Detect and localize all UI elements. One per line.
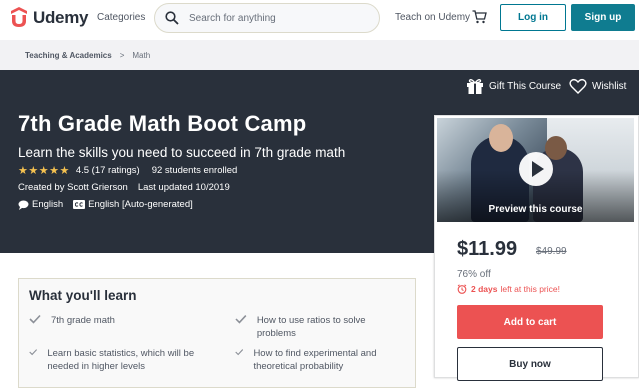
categories-menu[interactable]: Categories <box>97 12 145 23</box>
learn-item: Learn basic statistics, which will be ne… <box>29 347 219 373</box>
meta-row: Created by Scott Grierson Last updated 1… <box>18 182 230 193</box>
gift-label: Gift This Course <box>489 80 562 92</box>
add-to-cart-button[interactable]: Add to cart <box>457 305 603 339</box>
what-youll-learn: What you'll learn 7th grade math How to … <box>18 278 416 388</box>
check-icon <box>29 314 41 324</box>
learn-item: How to find experimental and theoretical… <box>235 347 405 373</box>
teach-link[interactable]: Teach on Udemy <box>395 12 470 23</box>
course-preview-video[interactable]: Preview this course <box>437 118 634 222</box>
speech-bubble-icon <box>18 200 29 210</box>
breadcrumb-math[interactable]: Math <box>132 51 150 60</box>
gift-icon <box>467 79 483 94</box>
discount-percent: 76% off <box>457 269 491 280</box>
breadcrumb-separator: > <box>119 51 125 60</box>
captions-item: English [Auto-generated] <box>73 199 193 210</box>
heart-icon <box>569 78 587 94</box>
created-by[interactable]: Created by Scott Grierson <box>18 182 128 193</box>
language-row: English English [Auto-generated] <box>18 199 203 210</box>
course-title: 7th Grade Math Boot Camp <box>18 111 307 136</box>
gift-course-button[interactable]: Gift This Course <box>466 78 561 94</box>
login-button[interactable]: Log in <box>500 4 566 31</box>
wishlist-label: Wishlist <box>592 80 627 92</box>
course-subtitle: Learn the skills you need to succeed in … <box>18 145 346 160</box>
original-price: $49.99 <box>536 246 567 257</box>
cart-icon[interactable] <box>472 10 487 24</box>
rating-row: ★★★★★ 4.5 (17 ratings) 92 students enrol… <box>18 164 237 177</box>
breadcrumb-bar: Teaching & Academics > Math <box>0 40 639 70</box>
search-input[interactable] <box>189 12 359 24</box>
search-icon[interactable] <box>165 11 179 25</box>
udemy-logo-icon <box>11 7 27 27</box>
search-bar[interactable] <box>154 3 380 33</box>
purchase-card: Preview this course $11.99 $49.99 76% of… <box>434 115 639 381</box>
language-label: English <box>32 199 64 210</box>
buy-now-button[interactable]: Buy now <box>457 347 603 381</box>
learn-item-text: Learn basic statistics, which will be ne… <box>47 348 195 372</box>
check-icon <box>29 349 38 356</box>
learn-item-text: How to use ratios to solve problems <box>256 315 366 339</box>
check-icon <box>235 315 247 324</box>
last-updated: Last updated 10/2019 <box>137 182 230 193</box>
udemy-logo[interactable]: Udemy <box>8 7 88 29</box>
closed-captions-icon <box>73 200 86 209</box>
check-icon <box>235 349 244 356</box>
play-icon[interactable] <box>519 152 553 186</box>
wishlist-button[interactable]: Wishlist <box>569 78 626 94</box>
urgency-text: left at this price! <box>500 284 560 294</box>
rating-text[interactable]: 4.5 (17 ratings) <box>76 165 140 176</box>
learn-item-text: How to find experimental and theoretical… <box>253 348 377 372</box>
logo-text: Udemy <box>33 8 89 27</box>
signup-button[interactable]: Sign up <box>571 4 635 31</box>
learn-item-text: 7th grade math <box>51 315 115 326</box>
alarm-clock-icon <box>457 284 467 294</box>
price-urgency: 2 days left at this price! <box>457 284 560 294</box>
enrolled-count: 92 students enrolled <box>151 165 238 176</box>
current-price: $11.99 <box>457 238 518 260</box>
breadcrumb: Teaching & Academics > Math <box>25 51 150 60</box>
captions-label: English [Auto-generated] <box>88 199 193 210</box>
learn-title: What you'll learn <box>29 288 137 303</box>
preview-label: Preview this course <box>488 204 583 215</box>
breadcrumb-teaching-academics[interactable]: Teaching & Academics <box>25 51 112 60</box>
star-rating-icon: ★★★★★ <box>18 165 70 177</box>
learn-item: How to use ratios to solve problems <box>235 314 405 340</box>
language-item: English <box>18 199 63 210</box>
urgency-days: 2 days <box>471 284 498 294</box>
learn-item: 7th grade math <box>29 314 209 327</box>
top-nav: Udemy Categories Teach on Udemy Log in S… <box>0 0 639 40</box>
